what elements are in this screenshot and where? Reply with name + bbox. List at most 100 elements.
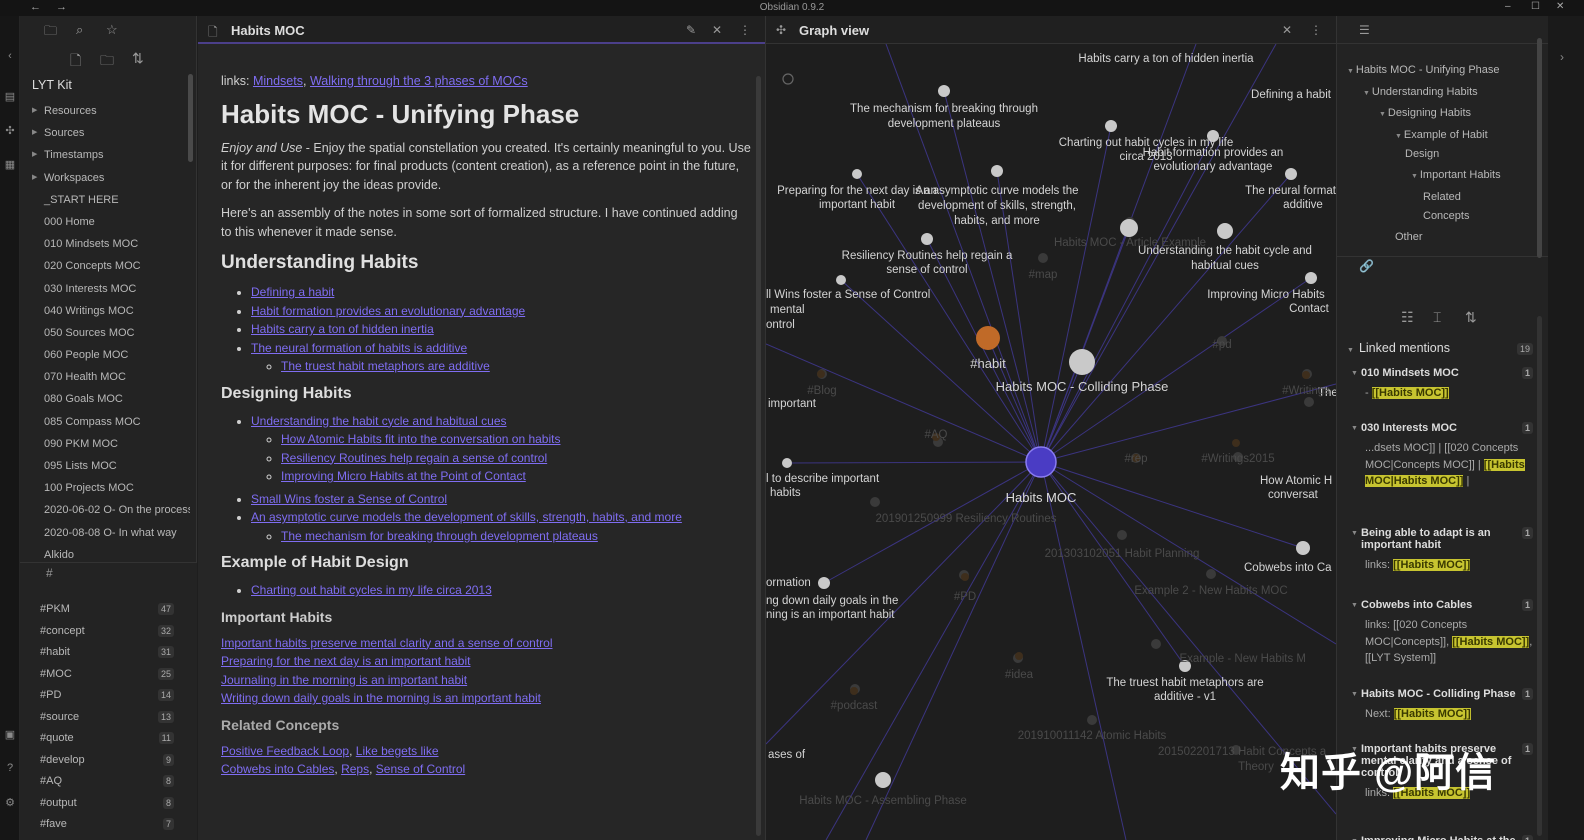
file-item[interactable]: 050 Sources MOC [20, 322, 190, 344]
tag-node-faint[interactable] [961, 573, 969, 581]
file-item[interactable]: 100 Projects MOC [20, 477, 190, 499]
tag-item[interactable]: #quote 11 [20, 728, 180, 750]
highlighted-link[interactable]: [[Habits MOC]] [1452, 635, 1530, 648]
graph-node[interactable] [1305, 272, 1317, 284]
new-note-icon[interactable]: 🗋 [70, 50, 81, 74]
folder-item[interactable]: ▶ Timestamps [20, 144, 190, 166]
highlighted-link[interactable]: [[Habits MOC]] [1393, 708, 1471, 720]
list-item-link[interactable]: Small Wins foster a Sense of Control [251, 492, 447, 506]
list-item-link[interactable]: How Atomic Habits fit into the conversat… [281, 432, 560, 446]
mention-title[interactable]: ▼ 010 Mindsets MOC 1 [1337, 367, 1537, 379]
important-link[interactable]: Preparing for the next day is an importa… [221, 654, 470, 668]
file-item[interactable]: 2020-08-08 O- In what way [20, 522, 190, 544]
list-item-link[interactable]: Habit formation provides an evolutionary… [251, 304, 525, 318]
collapse-right-icon[interactable]: › [1560, 50, 1564, 64]
graph-node[interactable] [818, 577, 830, 589]
file-item[interactable]: 020 Concepts MOC [20, 255, 190, 277]
graph-node[interactable] [1217, 223, 1233, 239]
chevron-down-icon[interactable]: ▼ [1351, 602, 1358, 609]
outline-icon[interactable]: ☰ [1359, 23, 1370, 37]
graph-node-faint[interactable] [1117, 530, 1127, 540]
graph-node-faint[interactable] [1038, 253, 1048, 263]
link-mindsets[interactable]: Mindsets [253, 74, 303, 88]
graph-node[interactable] [852, 169, 862, 179]
outline-scrollbar[interactable] [1537, 38, 1542, 258]
list-item-link[interactable]: Habits carry a ton of hidden inertia [251, 322, 434, 336]
file-item[interactable]: 2020-06-02 O- On the process [20, 499, 190, 521]
outline-item[interactable]: ▼ Designing Habits [1379, 107, 1471, 119]
graph-node[interactable] [921, 233, 933, 245]
related-link[interactable]: Sense of Control [376, 762, 465, 776]
highlighted-link[interactable]: [[Habits MOC]] [1371, 387, 1449, 399]
star-icon[interactable]: ☆ [106, 22, 118, 38]
close-pane-icon[interactable]: ✕ [712, 23, 722, 37]
chevron-right-icon[interactable]: ▶ [32, 100, 37, 122]
tag-node-faint[interactable] [1015, 652, 1023, 660]
graph-tab-title[interactable]: Graph view [799, 23, 869, 38]
chevron-down-icon[interactable]: ▼ [1351, 691, 1358, 698]
sort-icon[interactable]: ⇅ [132, 50, 144, 67]
file-item[interactable]: 000 Home [20, 211, 190, 233]
file-item[interactable]: 085 Compass MOC [20, 411, 190, 433]
tag-item[interactable]: #output 8 [20, 793, 180, 815]
outline-item[interactable]: ▼ Habits MOC - Unifying Phase [1347, 64, 1500, 76]
backlinks-scrollbar[interactable] [1537, 316, 1542, 836]
quick-switcher-icon[interactable]: ▤ [3, 90, 17, 103]
tag-item[interactable]: #source 13 [20, 707, 180, 729]
file-item[interactable]: 080 Goals MOC [20, 388, 190, 410]
file-tree-scrollbar[interactable] [188, 74, 193, 162]
graph-view-icon[interactable]: ✣ [3, 124, 17, 137]
file-item[interactable]: 030 Interests MOC [20, 278, 190, 300]
chevron-down-icon[interactable]: ▼ [1351, 530, 1358, 537]
graph-node[interactable] [1105, 120, 1117, 132]
list-item-link[interactable]: The truest habit metaphors are additive [281, 359, 490, 373]
tag-pane-icon[interactable]: # [46, 566, 53, 580]
graph-node[interactable] [836, 275, 846, 285]
chevron-right-icon[interactable]: ▶ [32, 167, 37, 189]
show-context-icon[interactable]: ⌶ [1433, 309, 1441, 326]
mention-title[interactable]: ▼ 030 Interests MOC 1 [1337, 422, 1537, 434]
graph-canvas[interactable]: Habits carry a ton of hidden inertia The … [766, 44, 1336, 840]
graph-node[interactable] [1296, 541, 1310, 555]
mention-context[interactable]: links: [[Habits MOC]] [1337, 557, 1537, 574]
important-link[interactable]: Writing down daily goals in the morning … [221, 691, 541, 705]
related-link[interactable]: Cobwebs into Cables [221, 762, 334, 776]
sort-results-icon[interactable]: ⇅ [1465, 309, 1477, 326]
habit-tag-node[interactable] [976, 326, 1000, 350]
editor-tab-title[interactable]: Habits MOC [231, 23, 305, 38]
file-item[interactable]: 010 Mindsets MOC [20, 233, 190, 255]
tag-node-faint[interactable] [1302, 371, 1310, 379]
graph-node[interactable] [1285, 168, 1297, 180]
list-item-link[interactable]: The neural formation of habits is additi… [251, 341, 467, 355]
list-item-link[interactable]: Resiliency Routines help regain a sense … [281, 451, 547, 465]
tag-node-faint[interactable] [817, 370, 825, 378]
graph-node[interactable] [991, 165, 1003, 177]
folder-item[interactable]: ▶ Workspaces [20, 167, 190, 189]
collapse-results-icon[interactable]: ☷ [1401, 309, 1414, 326]
list-item-link[interactable]: Charting out habit cycles in my life cir… [251, 583, 492, 597]
tag-item[interactable]: #PKM 47 [20, 599, 180, 621]
list-item-link[interactable]: An asymptotic curve models the developme… [251, 510, 682, 524]
chevron-right-icon[interactable]: ▶ [32, 122, 37, 144]
chevron-down-icon[interactable]: ▼ [1411, 173, 1420, 180]
outline-item[interactable]: ▼ Important Habits [1411, 169, 1501, 181]
tag-item[interactable]: #AQ 8 [20, 771, 180, 793]
tag-item[interactable]: #concept 32 [20, 621, 180, 643]
outline-item[interactable]: Concepts [1423, 210, 1469, 222]
mention-context[interactable]: ...dsets MOC]] | [[020 Concepts MOC|Conc… [1337, 440, 1537, 490]
graph-node[interactable] [782, 458, 792, 468]
graph-node-faint[interactable] [1206, 569, 1216, 579]
editor-scrollbar[interactable] [756, 76, 761, 836]
list-item-link[interactable]: The mechanism for breaking through devel… [281, 529, 598, 543]
close-graph-icon[interactable]: ✕ [1282, 23, 1292, 37]
chevron-down-icon[interactable]: ▼ [1363, 90, 1372, 97]
graph-node[interactable] [875, 772, 891, 788]
graph-node[interactable] [938, 85, 950, 97]
outline-item[interactable]: Design [1405, 148, 1439, 160]
tag-item[interactable]: #fave 7 [20, 814, 180, 836]
center-node[interactable] [1025, 446, 1057, 478]
file-item[interactable]: 060 People MOC [20, 344, 190, 366]
tag-item[interactable]: #develop 9 [20, 750, 180, 772]
outline-item[interactable]: ▼ Understanding Habits [1363, 86, 1478, 98]
file-item[interactable]: 070 Health MOC [20, 366, 190, 388]
